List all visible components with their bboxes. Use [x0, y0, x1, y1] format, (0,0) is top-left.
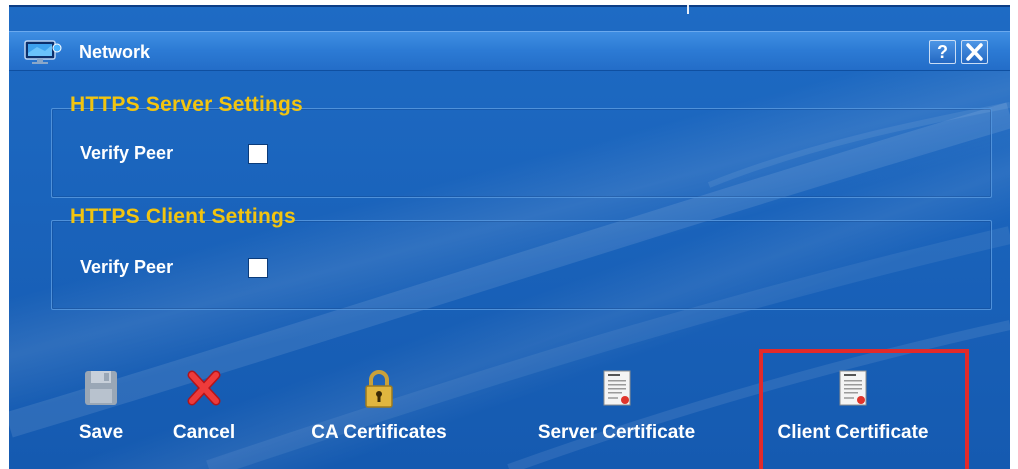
save-label: Save	[78, 422, 124, 443]
server-certificate-button[interactable]: Server Certificate	[509, 369, 724, 464]
red-x-icon	[187, 370, 221, 406]
server-verify-peer-checkbox[interactable]	[248, 144, 268, 164]
padlock-icon	[365, 370, 393, 408]
server-verify-peer-label: Verify Peer	[80, 143, 174, 163]
help-button[interactable]: ?	[929, 40, 956, 64]
floppy-disk-icon	[85, 371, 117, 405]
ca-certificates-label: CA Certificates	[311, 422, 447, 443]
window-title: Network	[79, 42, 151, 62]
certificate-icon	[603, 370, 630, 406]
client-verify-peer-checkbox[interactable]	[248, 258, 268, 278]
ca-certificates-button[interactable]: CA Certificates	[289, 369, 469, 464]
https-server-settings-title: HTTPS Server Settings	[70, 93, 303, 116]
close-icon	[966, 43, 983, 61]
https-server-settings-group: HTTPS Server Settings Verify Peer	[51, 93, 992, 198]
server-certificate-label: Server Certificate	[537, 422, 696, 443]
cancel-button[interactable]: Cancel	[159, 369, 249, 464]
top-divider-tick	[687, 5, 689, 14]
client-certificate-button[interactable]: Client Certificate	[753, 369, 953, 464]
certificate-icon	[839, 370, 867, 406]
https-client-settings-title: HTTPS Client Settings	[70, 205, 296, 228]
network-dialog: Network ? HTTPS Server Settings Verify P…	[9, 5, 1010, 469]
client-verify-peer-label: Verify Peer	[80, 257, 174, 277]
save-button[interactable]: Save	[71, 369, 131, 464]
title-bar[interactable]: Network ?	[9, 31, 1010, 71]
cancel-label: Cancel	[172, 422, 236, 443]
close-button[interactable]	[961, 40, 988, 64]
monitor-icon	[24, 40, 62, 64]
top-border	[9, 5, 1010, 7]
client-certificate-label: Client Certificate	[777, 422, 929, 443]
https-client-settings-group: HTTPS Client Settings Verify Peer	[51, 205, 992, 310]
